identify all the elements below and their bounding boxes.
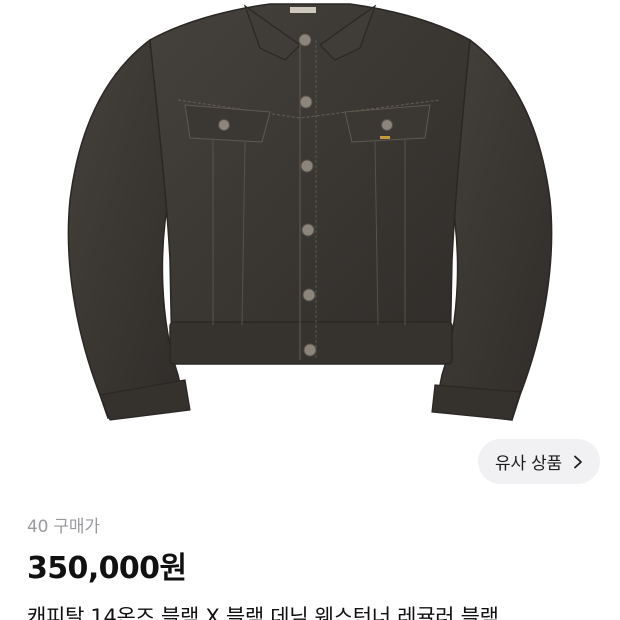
similar-products-label: 유사 상품 xyxy=(495,454,562,474)
product-image[interactable] xyxy=(0,0,620,440)
product-title: 캐피탈 14온즈 블랙 X 블랙 데님 웨스턴너 레귤러 블랙 xyxy=(27,605,499,620)
denim-jacket-photo xyxy=(67,3,553,421)
similar-products-button[interactable]: 유사 상품 xyxy=(478,439,600,484)
price: 350,000원 xyxy=(27,551,187,586)
purchase-count: 40 구매가 xyxy=(27,517,100,537)
chevron-right-icon xyxy=(574,455,582,468)
product-detail-page: 유사 상품 40 구매가 350,000원 캐피탈 14온즈 블랙 X 블랙 데… xyxy=(0,0,620,620)
